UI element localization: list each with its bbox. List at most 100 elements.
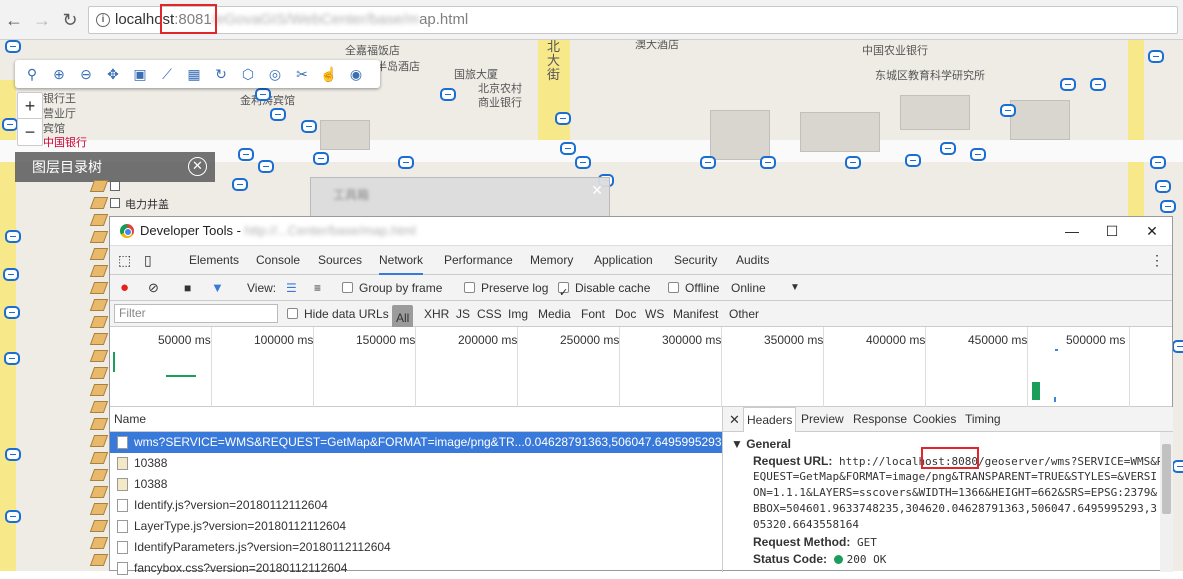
bus-stop-icon[interactable] [1090, 78, 1106, 91]
tab-preview[interactable]: Preview [801, 407, 844, 432]
group-by-frame-checkbox[interactable]: Group by frame [342, 275, 442, 301]
hand-icon[interactable]: ☝ [317, 64, 341, 84]
bus-stop-icon[interactable] [270, 108, 286, 121]
bus-stop-icon[interactable] [1172, 460, 1183, 473]
filter-other[interactable]: Other [729, 301, 759, 327]
rotate-icon[interactable]: ↻ [209, 64, 233, 84]
filter-media[interactable]: Media [538, 301, 571, 327]
disable-cache-checkbox[interactable]: Disable cache [558, 275, 650, 306]
select-icon[interactable]: ▦ [182, 64, 206, 84]
tab-response[interactable]: Response [853, 407, 907, 432]
bus-stop-icon[interactable] [238, 148, 254, 161]
bus-stop-icon[interactable] [560, 142, 576, 155]
scrollbar-thumb[interactable] [1162, 444, 1171, 514]
camera-icon[interactable]: ■ [184, 275, 191, 301]
filter-ws[interactable]: WS [645, 301, 664, 327]
bus-stop-icon[interactable] [970, 148, 986, 161]
tab-timing[interactable]: Timing [965, 407, 1001, 432]
eye-icon[interactable]: ◉ [344, 64, 368, 84]
filter-js[interactable]: JS [456, 301, 470, 327]
record-icon[interactable]: ● [120, 275, 129, 301]
bus-stop-icon[interactable] [5, 448, 21, 461]
tab-elements[interactable]: Elements [189, 246, 239, 275]
tab-cookies[interactable]: Cookies [913, 407, 956, 432]
zoom-in-icon[interactable]: ⊕ [47, 64, 71, 84]
tab-headers[interactable]: Headers [743, 407, 797, 432]
layer-icon[interactable]: ⬡ [236, 64, 260, 84]
bus-stop-icon[interactable] [1155, 180, 1171, 193]
circle-icon[interactable]: ◎ [263, 64, 287, 84]
column-header-name[interactable]: Name [110, 407, 722, 432]
bus-stop-icon[interactable] [398, 156, 414, 169]
tab-memory[interactable]: Memory [530, 246, 573, 275]
zoom-out-icon[interactable]: ⊖ [74, 64, 98, 84]
bus-stop-icon[interactable] [940, 142, 956, 155]
bus-stop-icon[interactable] [845, 156, 861, 169]
bus-stop-icon[interactable] [1060, 78, 1076, 91]
tab-audits[interactable]: Audits [736, 246, 769, 275]
close-icon[interactable]: ✕ [1132, 217, 1172, 245]
throttling-select[interactable]: Online [731, 275, 766, 301]
table-row[interactable]: fancybox.css?version=20180112112604 [110, 558, 722, 579]
table-row[interactable]: IdentifyParameters.js?version=2018011211… [110, 537, 722, 558]
filter-xhr[interactable]: XHR [424, 301, 449, 327]
offline-checkbox[interactable]: Offline [668, 275, 719, 301]
bus-stop-icon[interactable] [232, 178, 248, 191]
table-row[interactable]: 10388 [110, 453, 722, 474]
filter-css[interactable]: CSS [477, 301, 502, 327]
bus-stop-icon[interactable] [760, 156, 776, 169]
measure-icon[interactable]: ⟋ [155, 64, 179, 84]
chevron-down-icon[interactable]: ▼ [790, 275, 800, 301]
filter-input[interactable]: Filter [114, 304, 278, 323]
bus-stop-icon[interactable] [555, 112, 571, 125]
table-row[interactable]: wms?SERVICE=WMS&REQUEST=GetMap&FORMAT=im… [110, 432, 722, 453]
filter-doc[interactable]: Doc [615, 301, 636, 327]
filter-icon[interactable]: ▼ [211, 275, 224, 301]
filter-manifest[interactable]: Manifest [673, 301, 718, 327]
back-arrow-icon[interactable]: ← [4, 10, 24, 30]
bus-stop-icon[interactable] [3, 268, 19, 281]
more-options-icon[interactable]: ⋮ [1150, 246, 1164, 275]
hide-data-urls-checkbox[interactable]: Hide data URLs [287, 301, 389, 327]
bus-stop-icon[interactable] [575, 156, 591, 169]
filter-img[interactable]: Img [508, 301, 528, 327]
general-section-header[interactable]: ▼ General [731, 437, 791, 451]
bus-stop-icon[interactable] [1160, 200, 1176, 213]
reload-icon[interactable]: ↻ [60, 10, 80, 30]
bus-stop-icon[interactable] [301, 120, 317, 133]
network-overview-timeline[interactable]: 50000 ms 100000 ms 150000 ms 200000 ms 2… [110, 327, 1172, 407]
table-row[interactable]: LayerType.js?version=20180112112604 [110, 516, 722, 537]
table-row[interactable]: Identify.js?version=20180112112604 [110, 495, 722, 516]
table-row[interactable]: 10388 [110, 474, 722, 495]
bus-stop-icon[interactable] [1148, 50, 1164, 63]
bus-stop-icon[interactable] [1150, 156, 1166, 169]
full-extent-icon[interactable]: ▣ [128, 64, 152, 84]
forward-arrow-icon[interactable]: → [32, 10, 52, 30]
bus-stop-icon[interactable] [700, 156, 716, 169]
close-icon[interactable]: ✕ [591, 182, 603, 199]
inspect-element-icon[interactable]: ⬚ [118, 246, 131, 275]
tab-network[interactable]: Network [379, 246, 424, 275]
zoom-out-button[interactable]: − [18, 119, 42, 145]
info-icon[interactable]: i [96, 13, 110, 27]
bus-stop-icon[interactable] [255, 88, 271, 101]
bus-stop-icon[interactable] [4, 352, 20, 365]
layer-checkbox[interactable] [110, 181, 120, 191]
filter-font[interactable]: Font [581, 301, 605, 327]
bus-stop-icon[interactable] [5, 230, 21, 243]
address-bar[interactable]: i localhost:8081/eGovaGIS/WebCenter/base… [88, 6, 1178, 34]
bus-stop-icon[interactable] [2, 118, 18, 131]
large-rows-icon[interactable]: ☰ [286, 275, 297, 301]
close-icon[interactable]: ✕ [729, 407, 740, 432]
pin-icon[interactable]: ⚲ [20, 64, 44, 84]
bus-stop-icon[interactable] [1172, 340, 1183, 353]
tab-sources[interactable]: Sources [318, 246, 362, 275]
tab-application[interactable]: Application [594, 246, 653, 275]
clear-icon[interactable]: ✂ [290, 64, 314, 84]
clear-icon[interactable]: ⊘ [148, 275, 159, 301]
minimize-icon[interactable]: — [1052, 217, 1092, 245]
bus-stop-icon[interactable] [258, 160, 274, 173]
bus-stop-icon[interactable] [4, 306, 20, 319]
bus-stop-icon[interactable] [905, 154, 921, 167]
pan-icon[interactable]: ✥ [101, 64, 125, 84]
